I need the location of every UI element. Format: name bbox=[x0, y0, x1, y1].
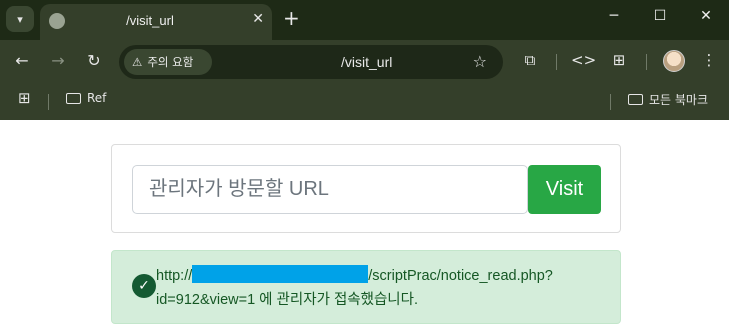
bookmarks-bar: ⊞ Ref 모든 북마크 bbox=[0, 84, 729, 116]
new-tab-button[interactable]: + bbox=[283, 6, 300, 30]
warning-icon: ⚠ bbox=[132, 55, 143, 69]
bookmarks-divider bbox=[48, 94, 49, 110]
folder-icon bbox=[66, 92, 81, 104]
folder-icon bbox=[628, 94, 643, 105]
all-bookmarks-label: 모든 북마크 bbox=[649, 93, 709, 107]
url-text[interactable]: /visit_url bbox=[341, 54, 392, 70]
bookmarks-divider bbox=[610, 94, 611, 110]
browser-chrome: ▾ /visit_url ✕ + ─ ☐ ✕ ← → ↻ ⚠ 주의 요함 /vi… bbox=[0, 0, 729, 120]
bookmark-label: Ref bbox=[87, 91, 107, 105]
back-button[interactable]: ← bbox=[10, 51, 34, 70]
address-bar[interactable]: ⚠ 주의 요함 /visit_url ☆ bbox=[119, 45, 503, 79]
security-chip[interactable]: ⚠ 주의 요함 bbox=[124, 49, 212, 75]
translate-icon[interactable]: ⊞ bbox=[607, 51, 631, 69]
tab-search-button[interactable]: ▾ bbox=[6, 6, 34, 32]
forward-button[interactable]: → bbox=[46, 51, 70, 70]
tab-active[interactable]: /visit_url ✕ bbox=[40, 4, 272, 40]
devtools-icon[interactable]: <> bbox=[571, 51, 596, 69]
tab-strip: ▾ /visit_url ✕ + ─ ☐ ✕ bbox=[0, 0, 729, 40]
bookmark-item-ref[interactable]: Ref bbox=[66, 91, 106, 105]
all-bookmarks-button[interactable]: 모든 북마크 bbox=[628, 91, 708, 108]
reload-button[interactable]: ↻ bbox=[82, 51, 106, 70]
success-alert: ✓ http:///scriptPrac/notice_read.php?id=… bbox=[111, 250, 621, 324]
profile-avatar[interactable] bbox=[663, 50, 685, 72]
navigation-bar: ← → ↻ ⚠ 주의 요함 /visit_url ☆ ⧉ <> ⊞ ⋮ bbox=[0, 40, 729, 84]
alert-message: http:///scriptPrac/notice_read.php?id=91… bbox=[156, 264, 596, 312]
tab-close-icon[interactable]: ✕ bbox=[252, 11, 264, 27]
extensions-icon[interactable]: ⧉ bbox=[518, 51, 542, 69]
toolbar-divider bbox=[646, 54, 647, 70]
window-close-button[interactable]: ✕ bbox=[683, 8, 729, 24]
page-content: Visit ✓ http:///scriptPrac/notice_read.p… bbox=[0, 120, 729, 333]
tab-title: /visit_url bbox=[126, 13, 174, 28]
security-chip-label: 주의 요함 bbox=[147, 55, 194, 69]
visit-button[interactable]: Visit bbox=[528, 165, 601, 214]
bookmark-star-icon[interactable]: ☆ bbox=[473, 52, 487, 71]
globe-icon bbox=[49, 13, 65, 29]
alert-url-prefix: http:// bbox=[156, 268, 193, 284]
url-input[interactable] bbox=[132, 165, 528, 214]
minimize-button[interactable]: ─ bbox=[591, 8, 637, 24]
redacted-host bbox=[192, 265, 369, 283]
visit-form-card: Visit bbox=[111, 144, 621, 233]
check-circle-icon: ✓ bbox=[132, 274, 156, 298]
maximize-button[interactable]: ☐ bbox=[637, 8, 683, 24]
toolbar-divider bbox=[556, 54, 557, 70]
apps-icon[interactable]: ⊞ bbox=[18, 89, 31, 107]
menu-icon[interactable]: ⋮ bbox=[697, 51, 721, 69]
